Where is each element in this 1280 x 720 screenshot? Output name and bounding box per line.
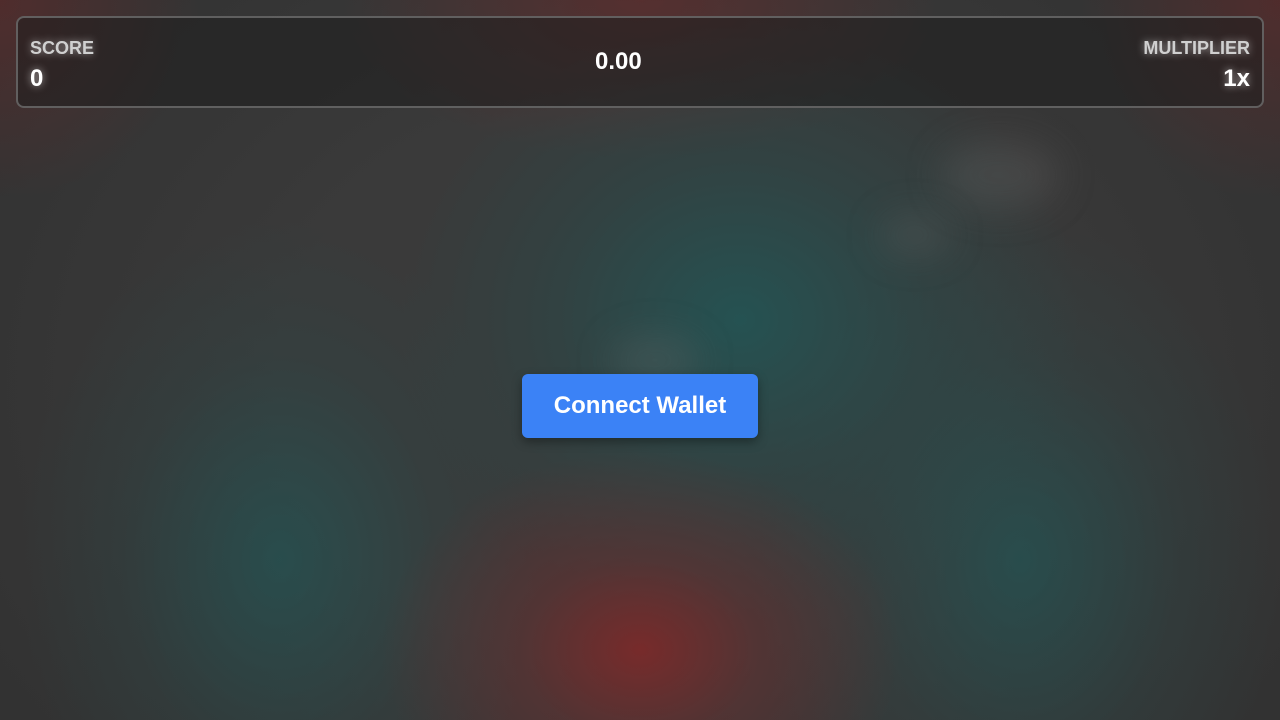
- background-haze: [880, 215, 950, 255]
- multiplier-value: 1x: [1223, 65, 1250, 92]
- multiplier-label: MULTIPLIER: [1143, 38, 1250, 58]
- balance-value: 0.00: [595, 48, 642, 75]
- connect-wallet-button[interactable]: Connect Wallet: [522, 374, 758, 438]
- background-haze: [940, 140, 1060, 210]
- hud-bar: SCORE 0 0.00 MULTIPLIER 1x: [16, 16, 1264, 108]
- score-label: SCORE: [30, 38, 95, 58]
- score-value: 0: [30, 65, 44, 92]
